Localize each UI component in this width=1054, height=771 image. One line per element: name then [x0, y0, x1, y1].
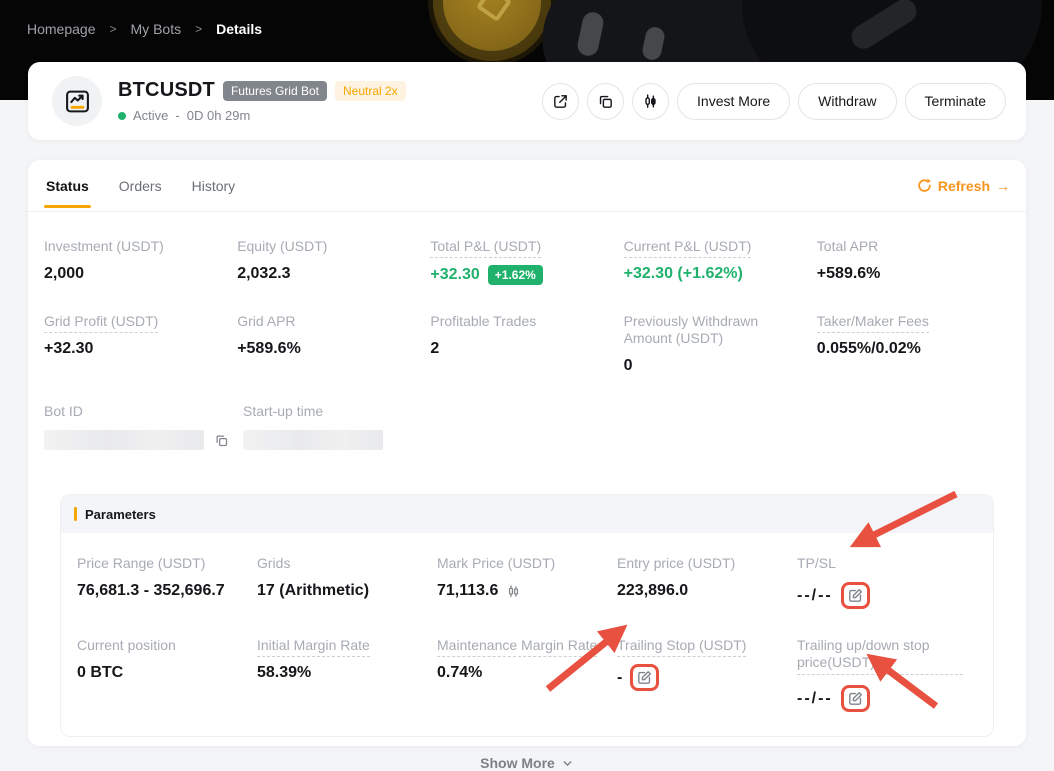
param-current-position: Current position 0 BTC: [77, 637, 257, 712]
param-entry-price: Entry price (USDT) 223,896.0: [617, 555, 797, 609]
tab-history[interactable]: History: [190, 163, 238, 208]
chart-button[interactable]: [632, 83, 669, 120]
trailing-stop-edit-button[interactable]: [636, 669, 653, 686]
edit-icon: [847, 690, 864, 707]
stat-investment: Investment (USDT) 2,000: [44, 238, 237, 285]
annotation-highlight-box: [841, 582, 870, 609]
stat-fees: Taker/Maker Fees 0.055%/0.02%: [817, 313, 1010, 375]
bot-leverage-badge: Neutral 2x: [335, 81, 406, 101]
bot-id-redacted-value: [44, 430, 204, 450]
stat-grid-profit: Grid Profit (USDT) +32.30: [44, 313, 237, 375]
tab-orders[interactable]: Orders: [117, 163, 164, 208]
parameters-header: Parameters: [61, 495, 993, 533]
invest-more-button[interactable]: Invest More: [677, 83, 790, 120]
parameters-title: Parameters: [85, 507, 156, 522]
annotation-highlight-box: [630, 664, 659, 691]
param-trailing-updown-stop: Trailing up/down stop price(USDT) --/--: [797, 637, 977, 712]
stat-current-pnl: Current P&L (USDT) +32.30 (+1.62%): [624, 238, 817, 285]
parameters-section: Parameters Price Range (USDT) 76,681.3 -…: [60, 494, 994, 737]
bot-symbol: BTCUSDT: [118, 79, 215, 102]
stat-bot-id: Bot ID: [44, 403, 243, 450]
accent-bar-icon: [74, 507, 77, 521]
edit-icon: [636, 669, 653, 686]
share-icon: [552, 93, 569, 110]
param-grids: Grids 17 (Arithmetic): [257, 555, 437, 609]
param-price-range: Price Range (USDT) 76,681.3 - 352,696.7: [77, 555, 257, 609]
breadcrumb: Homepage > My Bots > Details: [27, 21, 262, 37]
copy-bot-id-icon[interactable]: [214, 433, 229, 448]
tabs-bar: Status Orders History Refresh →: [28, 160, 1026, 212]
stat-profitable-trades: Profitable Trades 2: [430, 313, 623, 375]
uptime-text: 0D 0h 29m: [187, 108, 251, 123]
trailing-updown-edit-button[interactable]: [847, 690, 864, 707]
mark-price-candlestick-icon[interactable]: [506, 584, 521, 599]
param-tpsl: TP/SL --/--: [797, 555, 977, 609]
bot-avatar: [52, 76, 102, 126]
breadcrumb-separator: >: [195, 22, 202, 36]
copy-bot-button[interactable]: [587, 83, 624, 120]
gold-coin-graphic: [428, 0, 556, 66]
stat-total-pnl: Total P&L (USDT) +32.30 +1.62%: [430, 238, 623, 285]
stat-grid-apr: Grid APR +589.6%: [237, 313, 430, 375]
grid-bot-logo-icon: [64, 88, 91, 115]
bot-status: Active - 0D 0h 29m: [118, 108, 406, 123]
param-maintenance-margin-rate: Maintenance Margin Rate 0.74%: [437, 637, 617, 712]
breadcrumb-my-bots[interactable]: My Bots: [131, 21, 182, 37]
stat-startup-time: Start-up time: [243, 403, 435, 450]
refresh-link[interactable]: Refresh →: [917, 178, 1010, 194]
param-initial-margin-rate: Initial Margin Rate 58.39%: [257, 637, 437, 712]
withdraw-button[interactable]: Withdraw: [798, 83, 896, 120]
breadcrumb-homepage[interactable]: Homepage: [27, 21, 96, 37]
status-separator: -: [175, 108, 179, 123]
stat-total-apr: Total APR +589.6%: [817, 238, 1010, 285]
startup-time-redacted-value: [243, 430, 383, 450]
breadcrumb-details: Details: [216, 21, 262, 37]
breadcrumb-separator: >: [110, 22, 117, 36]
status-text: Active: [133, 108, 168, 123]
chevron-down-icon: [561, 757, 574, 770]
refresh-arrow-icon: →: [996, 178, 1010, 194]
details-card: Status Orders History Refresh → Investme…: [28, 160, 1026, 746]
bot-type-badge: Futures Grid Bot: [223, 81, 327, 101]
share-button[interactable]: [542, 83, 579, 120]
param-mark-price: Mark Price (USDT) 71,113.6: [437, 555, 617, 609]
copy-icon: [597, 93, 614, 110]
terminate-button[interactable]: Terminate: [905, 83, 1006, 120]
annotation-highlight-box: [841, 685, 870, 712]
pnl-percent-badge: +1.62%: [488, 265, 543, 285]
tab-status[interactable]: Status: [44, 163, 91, 208]
show-more-button[interactable]: Show More: [44, 755, 1010, 771]
candlestick-icon: [642, 93, 659, 110]
status-dot-icon: [118, 112, 126, 120]
bot-header-card: BTCUSDT Futures Grid Bot Neutral 2x Acti…: [28, 62, 1026, 140]
stat-equity: Equity (USDT) 2,032.3: [237, 238, 430, 285]
edit-icon: [847, 587, 864, 604]
tpsl-edit-button[interactable]: [847, 587, 864, 604]
stat-prev-withdrawn: Previously Withdrawn Amount (USDT) 0: [624, 313, 817, 375]
refresh-icon: [917, 178, 932, 193]
param-trailing-stop: Trailing Stop (USDT) -: [617, 637, 797, 712]
